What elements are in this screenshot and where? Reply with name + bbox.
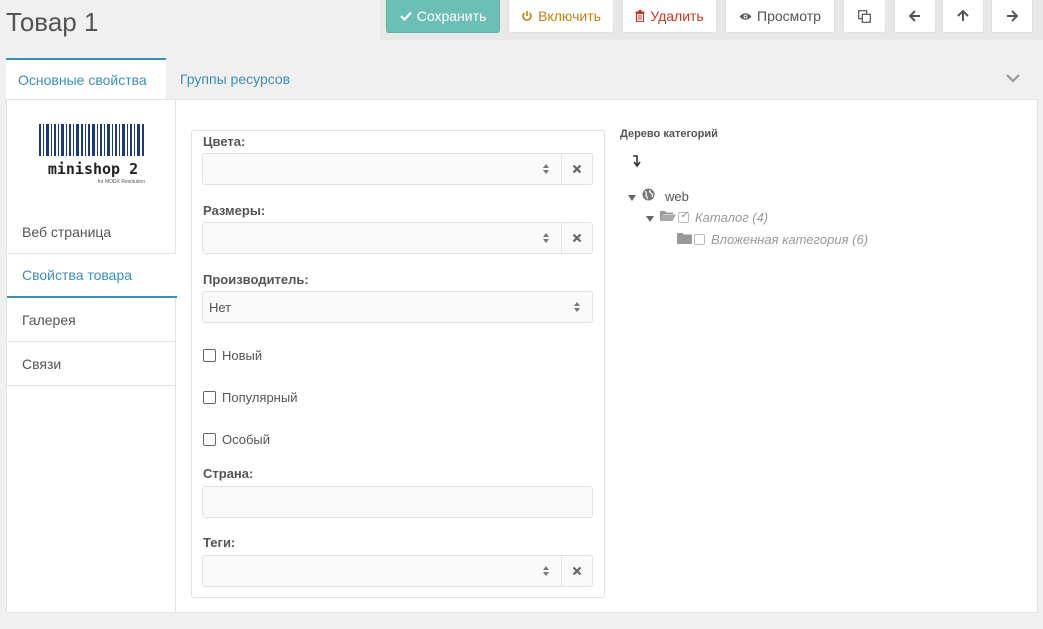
arrow-right-icon <box>1006 10 1018 22</box>
sort-icon[interactable] <box>536 154 556 184</box>
arrow-up-icon <box>957 10 969 22</box>
save-button-label: Сохранить <box>416 8 487 24</box>
category-tree-title: Дерево категорий <box>620 128 718 140</box>
main-panel: minishop 2 for MODX Revolution Веб стран… <box>6 99 1038 613</box>
vtab-product-properties[interactable]: Свойства товара <box>7 254 177 298</box>
page-title: Товар 1 <box>6 7 99 37</box>
vtab-label: Галерея <box>22 311 76 328</box>
popular-checkbox[interactable]: Популярный <box>203 390 297 405</box>
tree-node-web[interactable]: web <box>628 188 689 204</box>
delete-button-label: Удалить <box>650 8 704 24</box>
eye-icon <box>739 12 752 21</box>
minishop-logo: minishop 2 for MODX Revolution <box>37 122 149 188</box>
colors-field[interactable] <box>202 153 593 185</box>
category-checkbox[interactable] <box>694 234 705 245</box>
close-icon <box>572 233 582 243</box>
globe-icon <box>642 188 655 204</box>
arrow-left-icon <box>909 10 921 22</box>
tree-node-catalog[interactable]: Каталог (4) <box>646 210 768 225</box>
category-checkbox[interactable] <box>678 210 689 223</box>
country-label: Страна: <box>203 466 254 481</box>
vtab-gallery[interactable]: Галерея <box>7 298 176 342</box>
next-button[interactable] <box>991 0 1033 33</box>
clear-sizes-button[interactable] <box>561 223 592 253</box>
close-icon <box>572 164 582 174</box>
tree-node-nested[interactable]: Вложенная категория (6) <box>677 232 868 247</box>
action-toolbar: Сохранить Включить Удалить Просмотр <box>380 0 1043 40</box>
trash-icon <box>635 10 645 22</box>
tab-main-properties[interactable]: Основные свойства <box>6 58 166 100</box>
preview-button-label: Просмотр <box>757 8 821 24</box>
folder-icon <box>677 232 692 247</box>
vtab-web-page[interactable]: Веб страница <box>7 210 176 254</box>
up-button[interactable] <box>942 0 984 33</box>
new-checkbox-label: Новый <box>222 348 263 363</box>
popular-checkbox-label: Популярный <box>222 390 298 405</box>
new-checkbox[interactable]: Новый <box>203 348 262 363</box>
check-icon <box>399 11 412 21</box>
sizes-label: Размеры: <box>203 203 266 218</box>
vendor-select[interactable]: Нет <box>202 291 593 323</box>
checkbox-box[interactable] <box>203 391 216 404</box>
sort-toggle-icon[interactable] <box>631 154 641 168</box>
power-icon <box>521 10 533 22</box>
save-button[interactable]: Сохранить <box>386 0 500 33</box>
colors-label: Цвета: <box>203 134 246 149</box>
chevron-down-icon[interactable] <box>1005 70 1021 86</box>
close-icon <box>572 566 582 576</box>
tab-resource-groups[interactable]: Группы ресурсов <box>168 58 302 100</box>
clear-colors-button[interactable] <box>561 154 592 184</box>
favorite-checkbox-label: Особый <box>222 432 271 447</box>
preview-button[interactable]: Просмотр <box>725 0 835 33</box>
vtab-label: Веб страница <box>22 223 112 240</box>
product-properties-form: Цвета: Размеры: Производитель: Нет Новый… <box>191 130 605 598</box>
sort-icon[interactable] <box>536 556 556 586</box>
prev-button[interactable] <box>894 0 936 33</box>
tab-label: Основные свойства <box>18 72 147 88</box>
caret-down-icon[interactable] <box>628 189 636 204</box>
vertical-tabs: minishop 2 for MODX Revolution Веб стран… <box>7 100 177 612</box>
vtab-label: Свойства товара <box>22 267 133 283</box>
clear-tags-button[interactable] <box>561 556 592 586</box>
sort-icon[interactable] <box>536 223 556 253</box>
delete-button[interactable]: Удалить <box>622 0 717 33</box>
duplicate-button[interactable] <box>843 0 886 33</box>
tree-node-label: Вложенная категория (6) <box>711 232 869 247</box>
folder-open-icon <box>660 210 676 225</box>
checkbox-box[interactable] <box>203 349 216 362</box>
enable-button-label: Включить <box>538 8 601 24</box>
tab-label: Группы ресурсов <box>180 71 291 87</box>
enable-button[interactable]: Включить <box>508 0 614 33</box>
checkbox-box[interactable] <box>203 433 216 446</box>
sort-icon[interactable] <box>567 292 587 322</box>
favorite-checkbox[interactable]: Особый <box>203 432 270 447</box>
logo-text: minishop 2 <box>48 160 138 178</box>
tags-label: Теги: <box>203 535 236 550</box>
copy-icon <box>858 9 871 23</box>
vtab-links[interactable]: Связи <box>7 342 176 386</box>
vtab-label: Связи <box>22 355 62 372</box>
tags-field[interactable] <box>202 555 593 587</box>
country-input[interactable] <box>202 486 593 518</box>
vendor-value: Нет <box>209 299 232 315</box>
tree-node-label: Каталог (4) <box>695 210 769 225</box>
tree-node-label: web <box>665 188 689 204</box>
logo-subtext: for MODX Revolution <box>98 179 145 185</box>
caret-down-icon[interactable] <box>646 210 654 225</box>
sizes-field[interactable] <box>202 222 593 254</box>
vendor-label: Производитель: <box>203 272 309 287</box>
